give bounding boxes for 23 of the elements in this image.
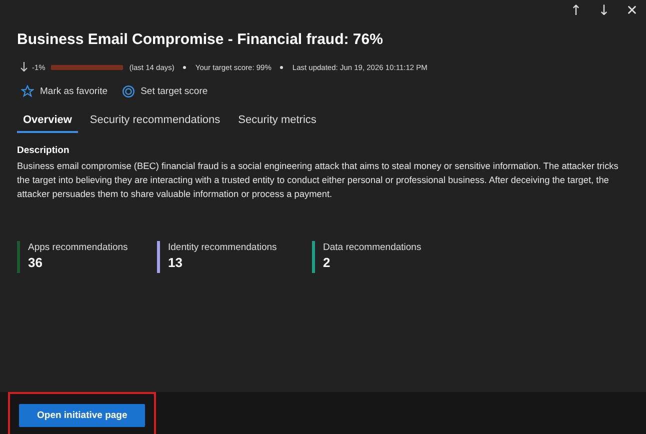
stat-label: Data recommendations <box>323 242 422 253</box>
star-icon <box>21 85 34 98</box>
description-text: Business email compromise (BEC) financial fraud is a social engineering attack that aims to steal money or sensitive information. The attacker tricks the target into believing they are interacting with a trusted entity to conduct either personal or professional business. After deceiving the target, the attacker persuades them to share valuable information or process a payment. <box>17 160 620 201</box>
separator-dot <box>183 66 186 68</box>
separator-dot <box>280 66 284 68</box>
open-initiative-button[interactable]: Open initiative page <box>19 404 146 427</box>
stat-label: Apps recommendations <box>28 242 128 253</box>
stat-value: 13 <box>168 255 184 270</box>
description-heading: Description <box>17 145 70 156</box>
panel-title: Business Email Compromise - Financial fraud: 76% <box>17 31 384 48</box>
tab[interactable]: Security recommendations <box>84 110 226 133</box>
favorite-button[interactable]: Mark as favorite <box>17 85 108 98</box>
tab[interactable]: Security metrics <box>232 110 322 133</box>
tab[interactable]: Overview <box>17 110 78 133</box>
target-score-button[interactable]: Set target score <box>118 85 208 98</box>
up-button[interactable]: ↑ <box>565 0 587 22</box>
stat-label: Identity recommendations <box>168 242 277 253</box>
down-button[interactable]: ↓ <box>593 0 615 22</box>
close-button[interactable]: ✕ <box>621 0 643 22</box>
stat-value: 2 <box>323 255 332 270</box>
down-arrow-icon <box>20 62 28 72</box>
target-icon <box>122 85 135 98</box>
stat-value: 36 <box>28 255 44 270</box>
